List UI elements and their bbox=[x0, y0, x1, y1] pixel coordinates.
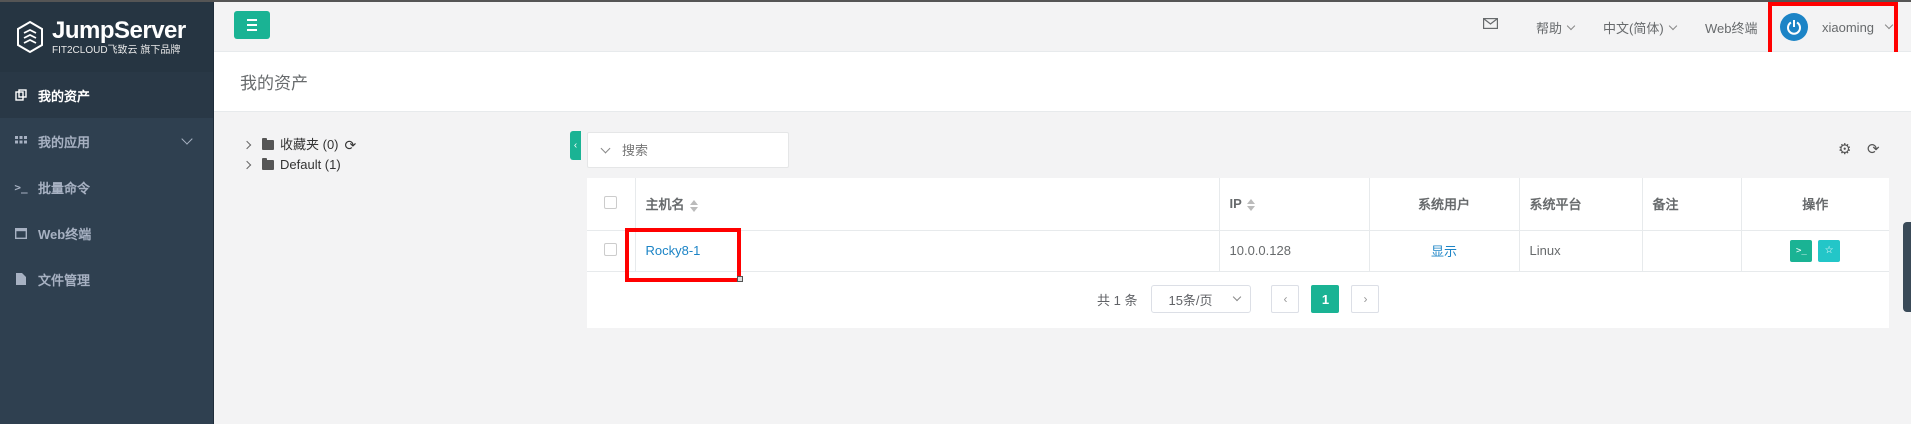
sidebar-item-web-terminal[interactable]: Web终端 bbox=[0, 210, 213, 256]
sidebar: JumpServer FIT2CLOUD飞致云 旗下品牌 我的资产 我的应用 >… bbox=[0, 2, 214, 424]
chevron-down-icon bbox=[1668, 21, 1677, 30]
web-terminal-link[interactable]: Web终端 bbox=[1705, 18, 1758, 37]
table-row: Rocky8-1 10.0.0.128 显示 Linux >_ ☆ bbox=[587, 230, 1889, 272]
file-icon bbox=[14, 272, 28, 286]
page-heading: 我的资产 bbox=[214, 52, 1911, 112]
language-label: 中文(简体) bbox=[1603, 21, 1664, 36]
tree-node-label: Default (1) bbox=[280, 157, 341, 172]
window-icon bbox=[14, 226, 28, 240]
chevron-right-icon: › bbox=[1363, 292, 1368, 306]
chevron-down-icon bbox=[1233, 292, 1242, 302]
sidebar-item-label: 文件管理 bbox=[38, 272, 91, 288]
page-number[interactable]: 1 bbox=[1311, 285, 1340, 313]
pagination: 共 1 条 15条/页 ‹ 1 › bbox=[1097, 285, 1380, 313]
sidebar-item-my-assets[interactable]: 我的资产 bbox=[0, 72, 213, 118]
terminal-icon: >_ bbox=[14, 180, 28, 194]
chevron-down-icon bbox=[181, 133, 193, 145]
cell-platform: Linux bbox=[1519, 230, 1643, 272]
assets-icon bbox=[14, 88, 28, 102]
sidebar-item-label: 批量命令 bbox=[38, 180, 91, 196]
cell-ip: 10.0.0.128 bbox=[1219, 230, 1370, 272]
sidebar-item-batch-command[interactable]: >_ 批量命令 bbox=[0, 164, 213, 210]
mail-icon[interactable] bbox=[1483, 18, 1498, 29]
page-size-select[interactable]: 15条/页 bbox=[1151, 285, 1252, 313]
connect-terminal-button[interactable]: >_ bbox=[1790, 239, 1813, 262]
refresh-icon[interactable]: ⟳ bbox=[345, 135, 357, 155]
tree-node-default[interactable]: Default (1) bbox=[242, 155, 356, 175]
side-drawer-handle[interactable] bbox=[1903, 222, 1911, 312]
chevron-left-icon: ‹ bbox=[573, 140, 578, 151]
pagination-total: 共 1 条 bbox=[1097, 292, 1138, 308]
brand-subtitle: FIT2CLOUD飞致云 旗下品牌 bbox=[52, 44, 181, 56]
page-title: 我的资产 bbox=[240, 74, 308, 93]
tree-node-favorites[interactable]: 收藏夹 (0) ⟳ bbox=[242, 135, 357, 155]
chevron-right-icon[interactable] bbox=[242, 160, 252, 170]
sidebar-item-label: Web终端 bbox=[38, 226, 92, 242]
chevron-left-icon: ‹ bbox=[1283, 292, 1288, 306]
sort-icon bbox=[689, 199, 698, 212]
language-menu[interactable]: 中文(简体) bbox=[1603, 18, 1677, 37]
sidebar-item-label: 我的资产 bbox=[38, 88, 91, 104]
prev-page-button[interactable]: ‹ bbox=[1271, 285, 1300, 313]
settings-gear-icon[interactable]: ⚙ bbox=[1838, 140, 1851, 158]
sidebar-item-label: 我的应用 bbox=[38, 134, 91, 150]
tree-node-label: 收藏夹 (0) bbox=[280, 137, 339, 152]
asset-table: 主机名 IP 系统用户 系统平台 备注 操作 Rocky8-1 10.0.0.1… bbox=[587, 178, 1889, 272]
brand[interactable]: JumpServer FIT2CLOUD飞致云 旗下品牌 bbox=[0, 2, 213, 72]
top-header: 帮助 中文(简体) Web终端 xiaoming bbox=[214, 2, 1911, 52]
favorite-button[interactable]: ☆ bbox=[1818, 239, 1841, 262]
menu-toggle-button[interactable] bbox=[234, 11, 270, 39]
tree-collapse-toggle[interactable]: ‹ bbox=[570, 131, 581, 160]
highlight-box-hostname bbox=[625, 228, 741, 282]
chevron-down-icon bbox=[1566, 21, 1576, 30]
refresh-icon[interactable]: ⟳ bbox=[1867, 140, 1880, 158]
select-all-checkbox[interactable] bbox=[587, 178, 636, 231]
star-icon: ☆ bbox=[1824, 245, 1834, 256]
cell-comment bbox=[1642, 230, 1742, 272]
resize-handle bbox=[737, 276, 743, 282]
column-platform: 系统平台 bbox=[1519, 178, 1643, 231]
web-terminal-label: Web终端 bbox=[1705, 21, 1758, 36]
cell-actions: >_ ☆ bbox=[1741, 230, 1889, 272]
sidebar-nav: 我的资产 我的应用 >_ 批量命令 Web终端 文件管理 bbox=[0, 72, 213, 302]
show-system-user-link[interactable]: 显示 bbox=[1431, 244, 1457, 259]
search-input[interactable] bbox=[622, 142, 772, 158]
brand-name: JumpServer bbox=[52, 16, 186, 44]
folder-icon bbox=[262, 138, 274, 150]
folder-icon bbox=[262, 158, 274, 170]
help-menu[interactable]: 帮助 bbox=[1536, 18, 1576, 37]
jumpserver-logo-icon bbox=[17, 20, 43, 54]
grid-icon bbox=[14, 134, 28, 148]
column-ip[interactable]: IP bbox=[1219, 178, 1370, 231]
page-size-value: 15条/页 bbox=[1168, 292, 1213, 308]
chevron-right-icon[interactable] bbox=[242, 140, 252, 150]
column-actions: 操作 bbox=[1741, 178, 1889, 231]
sidebar-item-my-apps[interactable]: 我的应用 bbox=[0, 118, 213, 164]
search-box[interactable] bbox=[587, 132, 789, 168]
column-system-user: 系统用户 bbox=[1369, 178, 1520, 231]
sort-icon bbox=[1246, 198, 1255, 211]
column-comment: 备注 bbox=[1642, 178, 1742, 231]
chevron-down-icon[interactable] bbox=[598, 143, 612, 153]
asset-tree: 收藏夹 (0) ⟳ Default (1) bbox=[242, 135, 357, 175]
sidebar-item-file-manager[interactable]: 文件管理 bbox=[0, 256, 213, 302]
cell-system-user: 显示 bbox=[1369, 230, 1520, 272]
column-hostname[interactable]: 主机名 bbox=[635, 178, 1220, 231]
help-label: 帮助 bbox=[1536, 21, 1563, 36]
table-header-row: 主机名 IP 系统用户 系统平台 备注 操作 bbox=[587, 178, 1889, 231]
next-page-button[interactable]: › bbox=[1351, 285, 1380, 313]
terminal-icon: >_ bbox=[1796, 245, 1807, 256]
